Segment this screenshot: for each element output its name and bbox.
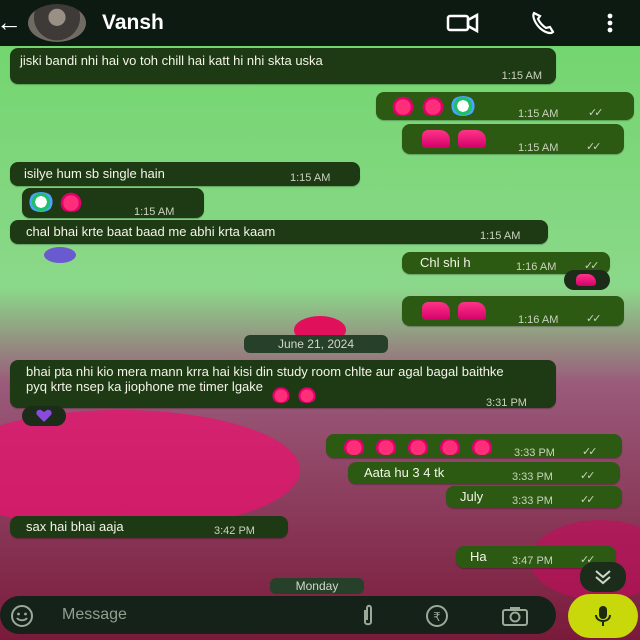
emoji-group [340,438,500,455]
avatar[interactable] [28,4,86,42]
message-time: 3:33 PM [512,495,553,507]
message-bubble-outgoing[interactable]: July 3:33 PM ✓✓ [446,486,622,508]
laughing-emoji-icon [340,438,368,455]
message-bubble-outgoing[interactable]: 1:16 AM ✓✓ [402,296,624,326]
laughing-emoji-icon [296,386,318,403]
thumbs-up-icon [422,302,450,320]
thumbs-up-icon [576,274,596,286]
message-bubble-incoming[interactable]: sax hai bhai aaja 3:42 PM [10,516,288,538]
double-check-icon: ✓✓ [580,470,596,482]
message-time: 1:15 AM [134,206,175,218]
message-bubble-outgoing[interactable]: Aata hu 3 4 tk 3:33 PM ✓✓ [348,462,620,484]
message-bubble-incoming[interactable]: isilye hum sb single hain 1:15 AM [10,162,360,186]
camera-icon[interactable] [500,604,530,628]
clown-emoji-icon [450,96,476,116]
message-time: 3:47 PM [512,555,553,567]
message-time: 1:16 AM [518,314,559,326]
message-time: 1:15 AM [480,230,521,242]
message-placeholder: Message [62,606,127,623]
purple-heart-icon [36,409,52,422]
message-text: jiski bandi nhi hai vo toh chill hai kat… [20,53,323,68]
laughing-emoji-icon [420,96,446,116]
phone-icon[interactable] [528,10,562,36]
message-time: 3:42 PM [214,525,255,537]
thumbs-up-icon [458,302,486,320]
voice-record-button[interactable] [568,594,638,638]
emoji-group [28,192,88,212]
message-text: sax hai bhai aaja [26,519,124,534]
emoji-group [422,302,494,320]
double-check-icon: ✓✓ [580,494,596,506]
contact-name[interactable]: Vansh [102,11,164,35]
svg-text:₹: ₹ [433,610,441,624]
laughing-emoji-icon [58,192,84,212]
emoji-smiley-icon[interactable] [10,604,34,628]
laughing-emoji-icon [372,438,400,455]
message-time: 3:33 PM [514,447,555,459]
message-text: chal bhai krte baat baad me abhi krta ka… [26,224,276,239]
message-text: isilye hum sb single hain [24,166,165,181]
laughing-emoji-icon [404,438,432,455]
emoji-group [270,386,322,403]
video-camera-icon[interactable] [446,10,480,36]
clown-emoji-icon [28,192,54,212]
message-bubble-incoming[interactable]: bhai pta nhi kio mera mann krra hai kisi… [10,360,556,409]
thumbs-up-icon [458,130,486,148]
laughing-emoji-icon [468,438,496,455]
message-text: July [460,489,484,504]
double-check-icon: ✓✓ [582,446,598,458]
message-text: Chl shi h [420,255,471,270]
laughing-emoji-icon [436,438,464,455]
message-bubble-outgoing[interactable]: 1:15 AM ✓✓ [402,124,624,154]
chat-header: ← Vansh [0,0,640,46]
message-text: Aata hu 3 4 tk [364,465,445,480]
scroll-down-button[interactable] [580,562,626,592]
emoji-group [390,96,480,116]
double-chevron-down-icon [595,570,611,585]
message-time: 1:16 AM [516,261,557,273]
date-separator: June 21, 2024 [244,335,388,353]
laughing-emoji-icon [270,386,292,403]
message-time: 1:15 AM [501,70,542,82]
emoji-group [422,130,494,148]
message-time: 3:31 PM [486,397,527,409]
thumbs-up-icon [422,130,450,148]
message-bubble-outgoing[interactable]: 1:15 AM ✓✓ [376,92,634,120]
composer-bar: Message ₹ [0,590,640,640]
reaction-badge[interactable] [564,270,610,290]
message-bubble-incoming[interactable]: jiski bandi nhi hai vo toh chill hai kat… [10,48,556,84]
rupee-icon[interactable]: ₹ [424,604,450,628]
message-time: 3:33 PM [512,471,553,483]
message-time: 1:15 AM [518,108,559,120]
message-time: 1:15 AM [290,172,331,184]
message-text: Ha [470,549,487,564]
vertical-dots-icon[interactable] [600,10,620,36]
message-bubble-outgoing[interactable]: 3:33 PM ✓✓ [326,434,622,459]
microphone-icon [595,606,611,626]
message-input[interactable]: Message ₹ [0,596,556,634]
paperclip-icon[interactable] [358,604,380,628]
arrow-left-icon[interactable]: ← [0,8,22,36]
reaction-badge[interactable] [22,406,66,426]
double-check-icon: ✓✓ [588,107,604,119]
double-check-icon: ✓✓ [586,141,602,153]
laughing-emoji-icon [390,96,416,116]
double-check-icon: ✓✓ [586,313,602,325]
message-time: 1:15 AM [518,142,559,154]
message-bubble-incoming[interactable]: 1:15 AM [22,188,204,218]
message-bubble-incoming[interactable]: chal bhai krte baat baad me abhi krta ka… [10,220,548,244]
